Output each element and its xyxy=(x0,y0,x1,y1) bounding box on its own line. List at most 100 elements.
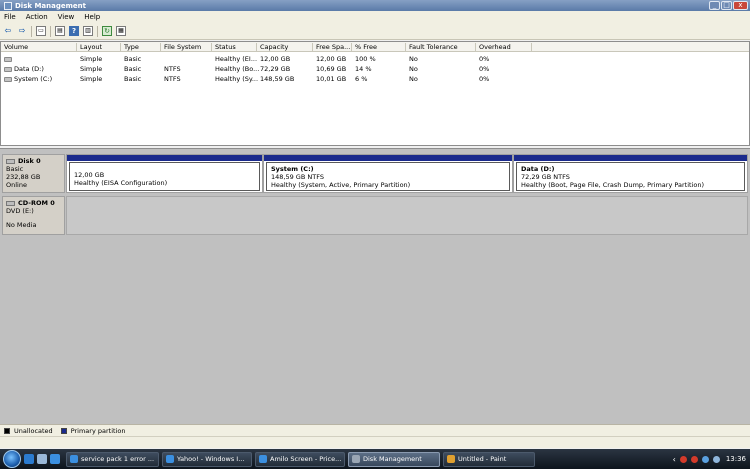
hard-disk-icon xyxy=(6,158,15,164)
layout-cell: Simple xyxy=(80,75,103,83)
forward-arrow-icon[interactable]: ⇨ xyxy=(17,26,27,36)
percent-free-cell: 6 % xyxy=(355,75,368,83)
taskbar-button-label: service pack 1 error ... xyxy=(81,455,155,463)
column-header-type[interactable]: Type xyxy=(121,43,161,52)
network-icon[interactable] xyxy=(690,455,698,463)
partition-size: 12,00 GB xyxy=(74,171,105,179)
refresh-icon[interactable]: ↻ xyxy=(102,26,112,36)
security-alert-icon[interactable] xyxy=(679,455,687,463)
volume-cell: System (C:) xyxy=(1,75,52,83)
menu-view[interactable]: View xyxy=(58,13,75,21)
column-header-free-space[interactable]: Free Spa... xyxy=(313,43,352,52)
menu-help[interactable]: Help xyxy=(84,13,100,21)
column-header-file-system[interactable]: File System xyxy=(161,43,212,52)
taskbar-button-disk-management[interactable]: Disk Management xyxy=(348,451,440,467)
partition-name: Data (D:) xyxy=(521,165,555,173)
partition-status: Healthy (EISA Configuration) xyxy=(74,179,168,187)
menu-file[interactable]: File xyxy=(4,13,16,21)
type-cell: Basic xyxy=(124,55,142,63)
browser-icon[interactable] xyxy=(50,454,60,464)
partition-color-bar xyxy=(264,155,512,161)
legend-label-primary-partition: Primary partition xyxy=(70,426,126,435)
drive-icon xyxy=(4,76,12,82)
table-row[interactable]: System (C:) Simple Basic NTFS Healthy (S… xyxy=(1,74,749,84)
partition-system-c[interactable]: System (C:) 148,59 GB NTFS Healthy (Syst… xyxy=(263,154,513,193)
type-cell: Basic xyxy=(124,65,142,73)
window-title: Disk Management xyxy=(15,1,86,10)
unallocated-swatch xyxy=(4,427,10,434)
console-tree-icon[interactable]: ▥ xyxy=(83,26,93,36)
column-header-capacity[interactable]: Capacity xyxy=(257,43,313,52)
toolbar-separator xyxy=(97,25,98,37)
volume-list-header: Volume Layout Type File System Status Ca… xyxy=(1,42,749,52)
type-cell: Basic xyxy=(124,75,142,83)
partition-color-bar xyxy=(67,155,262,161)
show-desktop-icon[interactable] xyxy=(37,454,47,464)
internet-explorer-icon[interactable] xyxy=(24,454,34,464)
disk-name: Disk 0 xyxy=(18,157,41,165)
cdrom-0-label[interactable]: CD-ROM 0 DVD (E:) No Media xyxy=(2,196,65,235)
rescan-icon[interactable]: ▦ xyxy=(116,26,126,36)
help-icon[interactable]: ? xyxy=(69,26,79,36)
toolbar-separator xyxy=(31,25,32,37)
column-header-overhead[interactable]: Overhead xyxy=(476,43,532,52)
partition-size: 72,29 GB NTFS xyxy=(521,173,570,181)
maximize-button[interactable]: □ xyxy=(721,1,732,10)
column-header-percent-free[interactable]: % Free xyxy=(352,43,406,52)
menu-action[interactable]: Action xyxy=(26,13,48,21)
properties-icon[interactable]: ▤ xyxy=(55,26,65,36)
column-header-status[interactable]: Status xyxy=(212,43,257,52)
back-arrow-icon[interactable]: ⇦ xyxy=(3,26,13,36)
partition-color-bar xyxy=(514,155,747,161)
disk-list-icon[interactable]: ▭ xyxy=(36,26,46,36)
overhead-cell: 0% xyxy=(479,75,490,83)
volume-cell: Data (D:) xyxy=(1,65,44,73)
system-tray: ‹ 13:36 xyxy=(673,449,750,469)
column-header-fault-tolerance[interactable]: Fault Tolerance xyxy=(406,43,476,52)
start-button[interactable] xyxy=(3,450,21,468)
toolbar: ⇦ ⇨ ▭ ▤ ? ▥ ↻ ▦ xyxy=(0,23,750,40)
taskbar-button-label: Untitled - Paint xyxy=(458,455,507,463)
taskbar-button-service-pack[interactable]: service pack 1 error ... xyxy=(66,451,159,467)
fault-tolerance-cell: No xyxy=(409,75,418,83)
percent-free-cell: 14 % xyxy=(355,65,372,73)
capacity-cell: 12,00 GB xyxy=(260,55,291,63)
volume-icon[interactable] xyxy=(701,455,709,463)
legend: Unallocated Primary partition xyxy=(0,424,750,436)
tray-expand-icon[interactable]: ‹ xyxy=(673,455,676,464)
taskbar-button-paint[interactable]: Untitled - Paint xyxy=(443,451,535,467)
power-icon[interactable] xyxy=(712,455,720,463)
status-cell: Healthy (Bo... xyxy=(215,65,260,73)
taskbar-button-yahoo[interactable]: Yahoo! - Windows I... xyxy=(162,451,252,467)
close-button[interactable]: x xyxy=(733,1,748,10)
file-system-cell: NTFS xyxy=(164,75,181,83)
partition-data-d[interactable]: Data (D:) 72,29 GB NTFS Healthy (Boot, P… xyxy=(513,154,748,193)
volume-list: Volume Layout Type File System Status Ca… xyxy=(0,41,750,146)
cdrom-media-area[interactable] xyxy=(66,196,748,235)
status-bar xyxy=(0,436,750,448)
fault-tolerance-cell: No xyxy=(409,65,418,73)
taskbar-button-amilo[interactable]: Amilo Screen - Price... xyxy=(255,451,345,467)
paint-icon xyxy=(447,455,455,463)
ie-icon xyxy=(259,455,267,463)
ie-icon xyxy=(70,455,78,463)
disk-management-icon xyxy=(4,1,12,10)
partition-size: 148,59 GB NTFS xyxy=(271,173,324,181)
file-system-cell: NTFS xyxy=(164,65,181,73)
column-header-volume[interactable]: Volume xyxy=(1,43,77,52)
table-row[interactable]: Data (D:) Simple Basic NTFS Healthy (Bo.… xyxy=(1,64,749,74)
clock[interactable]: 13:36 xyxy=(726,455,746,463)
disk-0-label[interactable]: Disk 0 Basic 232,88 GB Online xyxy=(2,154,65,193)
disk-management-icon xyxy=(352,455,360,463)
title-bar: Disk Management _ □ x xyxy=(0,0,750,11)
fault-tolerance-cell: No xyxy=(409,55,418,63)
volume-cell xyxy=(1,55,14,63)
layout-cell: Simple xyxy=(80,55,103,63)
table-row[interactable]: Simple Basic Healthy (EI... 12,00 GB 12,… xyxy=(1,54,749,64)
status-cell: Healthy (EI... xyxy=(215,55,258,63)
minimize-button[interactable]: _ xyxy=(709,1,720,10)
layout-cell: Simple xyxy=(80,65,103,73)
partition-eisa[interactable]: 12,00 GB Healthy (EISA Configuration) xyxy=(66,154,263,193)
percent-free-cell: 100 % xyxy=(355,55,376,63)
column-header-layout[interactable]: Layout xyxy=(77,43,121,52)
